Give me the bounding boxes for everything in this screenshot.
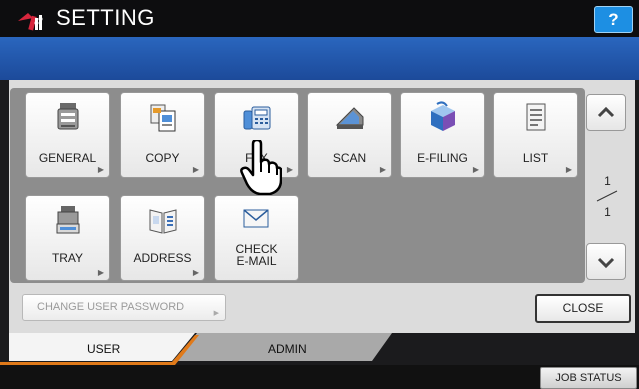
copy-button[interactable]: COPY ▶: [120, 92, 205, 178]
list-label: LIST: [522, 151, 549, 165]
copy-label: COPY: [145, 151, 180, 165]
arrow-icon: ▶: [213, 310, 219, 317]
page-up-button[interactable]: [586, 94, 626, 131]
efiling-icon: [431, 101, 455, 131]
scan-button[interactable]: SCAN ▶: [307, 92, 392, 178]
arrow-icon: ▶: [565, 165, 572, 174]
current-page: 1: [604, 174, 611, 188]
job-status-button[interactable]: JOB STATUS: [540, 367, 637, 389]
change-password-label: CHANGE USER PASSWORD: [37, 301, 185, 313]
total-pages: 1: [604, 205, 611, 219]
tray-button[interactable]: TRAY ▶: [25, 195, 110, 281]
general-button[interactable]: GENERAL ▶: [25, 92, 110, 178]
address-label: ADDRESS: [133, 251, 192, 265]
check-email-line2: E-MAIL: [236, 254, 277, 268]
chevron-down-icon: [597, 257, 615, 269]
check-email-label: CHECK E-MAIL: [215, 243, 298, 267]
arrow-icon: ▶: [192, 268, 199, 277]
setting-icon: [18, 13, 43, 31]
tab-user[interactable]: USER: [87, 342, 120, 356]
tab-admin[interactable]: ADMIN: [268, 342, 307, 356]
help-button[interactable]: ?: [594, 6, 633, 33]
list-icon: [526, 103, 546, 131]
close-button[interactable]: CLOSE: [535, 294, 631, 323]
page-scroller: 1 1: [585, 88, 630, 283]
arrow-icon: ▶: [286, 165, 293, 174]
change-user-password-button[interactable]: CHANGE USER PASSWORD ▶: [22, 294, 226, 321]
tray-icon: [56, 206, 80, 234]
arrow-icon: ▶: [379, 165, 386, 174]
fax-icon: [243, 106, 271, 130]
check-email-button[interactable]: CHECK E-MAIL: [214, 195, 299, 281]
tray-label: TRAY: [51, 251, 84, 265]
info-bar: [0, 37, 639, 80]
hand-pointer-icon: [240, 140, 282, 195]
arrow-icon: ▶: [472, 165, 479, 174]
page-divider: [596, 190, 618, 202]
chevron-up-icon: [597, 106, 615, 118]
arrow-icon: ▶: [97, 165, 104, 174]
scan-icon: [335, 107, 364, 129]
copy-icon: [150, 104, 176, 132]
list-button[interactable]: LIST ▶: [493, 92, 578, 178]
title-bar: SETTING ?: [0, 0, 639, 37]
address-book-icon: [149, 209, 177, 234]
general-label: GENERAL: [38, 151, 97, 165]
arrow-icon: ▶: [192, 165, 199, 174]
scan-label: SCAN: [332, 151, 367, 165]
general-icon: [57, 103, 79, 130]
efiling-button[interactable]: E-FILING ▶: [400, 92, 485, 178]
arrow-icon: ▶: [97, 268, 104, 277]
page-down-button[interactable]: [586, 243, 626, 280]
efiling-label: E-FILING: [417, 151, 468, 165]
address-button[interactable]: ADDRESS ▶: [120, 195, 205, 281]
check-email-icon: [243, 209, 269, 228]
page-title: SETTING: [56, 5, 155, 30]
